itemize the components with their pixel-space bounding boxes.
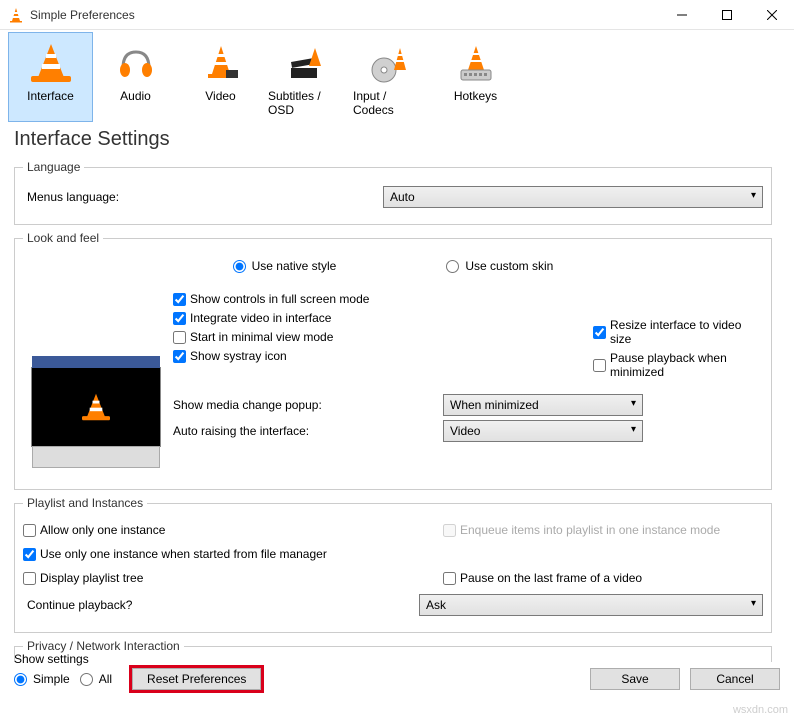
cancel-button[interactable]: Cancel <box>690 668 780 690</box>
check-show-controls[interactable]: Show controls in full screen mode <box>173 292 573 306</box>
clapper-cone-icon <box>285 42 327 84</box>
check-show-systray[interactable]: Show systray icon <box>173 349 573 363</box>
cone-icon <box>31 44 71 82</box>
auto-raise-select[interactable]: Video <box>443 420 643 442</box>
headphones-icon <box>115 42 157 84</box>
check-display-tree[interactable]: Display playlist tree <box>23 571 423 585</box>
menus-language-select[interactable]: Auto <box>383 186 763 208</box>
continue-playback-label: Continue playback? <box>23 598 419 612</box>
check-one-instance[interactable]: Allow only one instance <box>23 523 423 537</box>
check-one-instance-fm[interactable]: Use only one instance when started from … <box>23 547 763 561</box>
tab-video[interactable]: Video <box>178 32 263 122</box>
tab-interface[interactable]: Interface <box>8 32 93 122</box>
check-integrate-video[interactable]: Integrate video in interface <box>173 311 573 325</box>
continue-playback-select[interactable]: Ask <box>419 594 763 616</box>
media-popup-label: Show media change popup: <box>173 398 443 412</box>
watermark: wsxdn.com <box>733 704 788 716</box>
radio-all[interactable]: All <box>80 672 112 686</box>
maximize-button[interactable] <box>704 0 749 29</box>
check-pause-last-frame[interactable]: Pause on the last frame of a video <box>443 571 763 585</box>
tab-input-codecs[interactable]: Input / Codecs <box>348 32 433 122</box>
check-enqueue-items: Enqueue items into playlist in one insta… <box>443 523 763 537</box>
auto-raise-label: Auto raising the interface: <box>173 424 443 438</box>
media-popup-select[interactable]: When minimized <box>443 394 643 416</box>
vlc-app-icon <box>8 7 24 23</box>
settings-scroll-area[interactable]: Language Menus language: Auto Look and f… <box>14 160 780 662</box>
group-playlist: Playlist and Instances Allow only one in… <box>14 496 772 633</box>
radio-native-style[interactable]: Use native style <box>233 259 337 273</box>
page-title: Interface Settings <box>0 122 794 161</box>
titlebar: Simple Preferences <box>0 0 794 30</box>
group-look-feel: Look and feel Use native style Use custo… <box>14 231 772 490</box>
save-button[interactable]: Save <box>590 668 680 690</box>
check-start-minimal[interactable]: Start in minimal view mode <box>173 330 573 344</box>
window-title: Simple Preferences <box>30 8 135 22</box>
close-button[interactable] <box>749 0 794 29</box>
preview-thumbnail <box>31 367 161 447</box>
radio-custom-skin[interactable]: Use custom skin <box>446 259 553 273</box>
check-pause-minimized[interactable]: Pause playback when minimized <box>593 351 763 379</box>
group-language: Language Menus language: Auto <box>14 160 772 225</box>
keyboard-cone-icon <box>455 42 497 84</box>
tab-audio[interactable]: Audio <box>93 32 178 122</box>
film-cone-icon <box>200 42 242 84</box>
group-privacy: Privacy / Network Interaction Activate u… <box>14 639 772 662</box>
footer-bar: Simple All Reset Preferences Save Cancel <box>0 662 794 696</box>
check-resize-interface[interactable]: Resize interface to video size <box>593 318 763 346</box>
section-tabs: Interface Audio Video Subtitles / OSD In… <box>0 30 794 122</box>
radio-simple[interactable]: Simple <box>14 672 70 686</box>
tab-hotkeys[interactable]: Hotkeys <box>433 32 518 122</box>
minimize-button[interactable] <box>659 0 704 29</box>
reset-preferences-button[interactable]: Reset Preferences <box>132 668 261 690</box>
tab-subtitles[interactable]: Subtitles / OSD <box>263 32 348 122</box>
menus-language-label: Menus language: <box>23 190 383 204</box>
disc-cone-icon <box>370 42 412 84</box>
